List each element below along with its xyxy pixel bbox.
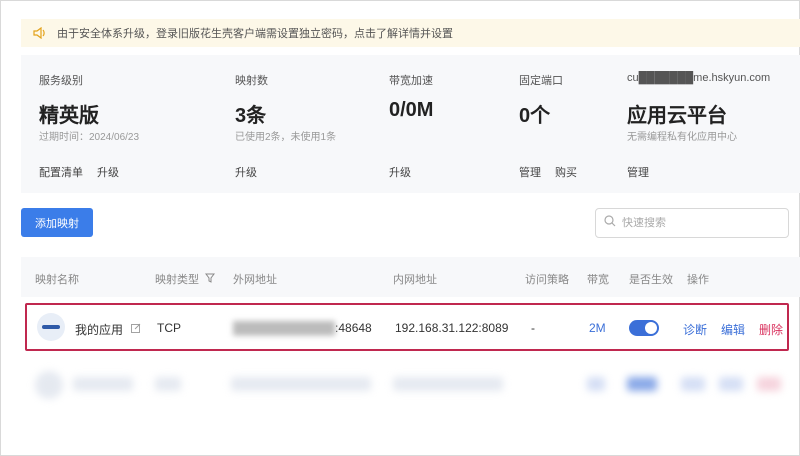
delete-link[interactable]: 删除: [759, 321, 783, 338]
search-box[interactable]: [595, 208, 789, 238]
mapping-name: 我的应用: [75, 323, 124, 337]
summary-panel: 服务级别 精英版 过期时间：2024/06/23 配置清单 升级 映射数 3条 …: [21, 55, 800, 193]
add-mapping-button[interactable]: 添加映射: [21, 208, 93, 237]
speaker-icon: [33, 25, 49, 41]
bandwidth-value[interactable]: 2M: [589, 321, 606, 335]
manage-port-link[interactable]: 管理: [519, 164, 541, 180]
notice-text: 由于安全体系升级，登录旧版花生壳客户端需设置独立密码，点击了解详情并设置: [57, 28, 453, 40]
diagnose-link[interactable]: 诊断: [683, 321, 707, 338]
header-type-label: 映射类型: [155, 274, 199, 286]
stat-value: 精英版: [39, 105, 99, 127]
header-external: 外网地址: [233, 274, 277, 286]
search-input[interactable]: [622, 217, 772, 229]
config-list-link[interactable]: 配置清单: [39, 164, 83, 180]
header-actions: 操作: [687, 274, 709, 286]
external-port: :48648: [335, 321, 372, 335]
app-avatar-icon: [37, 313, 65, 341]
stat-label: 固定端口: [519, 75, 563, 87]
stat-sub: 过期时间：2024/06/23: [39, 132, 140, 143]
manage-app-link[interactable]: 管理: [627, 164, 649, 180]
stat-value: 0个: [519, 105, 551, 127]
mapping-type: TCP: [157, 321, 181, 335]
blurred-row: [25, 363, 789, 407]
stat-label: 映射数: [235, 75, 268, 87]
filter-icon[interactable]: [205, 273, 215, 286]
external-address-masked: ████████████: [233, 321, 336, 335]
table-row: 我的应用 TCP ████████████:48648 192.168.31.1…: [25, 303, 789, 351]
stat-label: 服务级别: [39, 75, 83, 87]
header-type[interactable]: 映射类型: [155, 271, 215, 287]
search-icon: [604, 214, 616, 232]
header-policy: 访问策略: [525, 274, 569, 286]
external-address[interactable]: ████████████:48648: [233, 321, 372, 335]
stat-sub: 无需编程私有化应用中心: [627, 132, 737, 143]
upgrade-mapping-link[interactable]: 升级: [235, 164, 257, 180]
upgrade-service-link[interactable]: 升级: [97, 164, 119, 180]
header-bandwidth: 带宽: [587, 274, 609, 286]
stat-value: 应用云平台: [627, 105, 727, 127]
header-internal: 内网地址: [393, 274, 437, 286]
access-policy: -: [531, 321, 535, 335]
edit-name-icon[interactable]: [131, 322, 141, 336]
stat-domain: cu███████me.hskyun.com: [627, 72, 771, 84]
header-name: 映射名称: [35, 274, 79, 286]
upgrade-bandwidth-link[interactable]: 升级: [389, 164, 411, 180]
stat-label: 带宽加速: [389, 75, 433, 87]
table-header: 映射名称 映射类型 外网地址 内网地址 访问策略 带宽 是否生效 操作: [21, 257, 800, 297]
stat-value: 3条: [235, 105, 267, 127]
stat-value: 0/0M: [389, 99, 434, 121]
edit-link[interactable]: 编辑: [721, 321, 745, 338]
header-enabled: 是否生效: [629, 274, 673, 286]
enabled-toggle[interactable]: [629, 320, 659, 336]
buy-port-link[interactable]: 购买: [555, 164, 577, 180]
internal-address: 192.168.31.122:8089: [395, 321, 509, 335]
window-frame: 由于安全体系升级，登录旧版花生壳客户端需设置独立密码，点击了解详情并设置 服务级…: [0, 0, 800, 456]
notice-bar[interactable]: 由于安全体系升级，登录旧版花生壳客户端需设置独立密码，点击了解详情并设置: [21, 19, 800, 47]
stat-sub: 已使用2条，未使用1条: [235, 132, 337, 143]
